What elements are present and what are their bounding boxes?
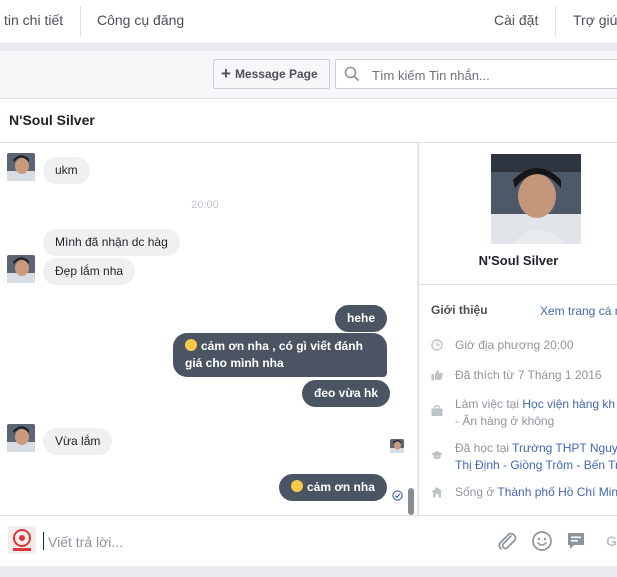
message-bubble-incoming[interactable]: Mình đã nhận dc hàg (43, 229, 180, 256)
city-link[interactable]: Thành phố Hồ Chí Min (497, 485, 617, 499)
home-icon (431, 487, 443, 498)
work-text: Làm việc tại Học viện hàng kh - Ăn hàng ở… (455, 396, 617, 430)
tab-settings[interactable]: Cài đặt (494, 12, 538, 28)
emoji-icon[interactable] (531, 530, 553, 552)
seen-avatar (390, 439, 404, 453)
message-search[interactable] (335, 59, 617, 89)
message-bubble-outgoing[interactable]: cảm ơn nha (279, 474, 387, 501)
saved-replies-icon[interactable] (565, 530, 587, 552)
graduation-cap-icon (431, 451, 443, 459)
education-prefix: Đã học tại (455, 441, 513, 455)
contact-info-panel: N'Soul Silver Giới thiệu Xem trang cá n … (418, 143, 617, 515)
local-time-text: Giờ địa phương 20:00 (455, 338, 574, 352)
reply-input[interactable] (46, 531, 450, 553)
message-timestamp: 20:00 (191, 199, 219, 211)
liked-since-text: Đã thích từ 7 Tháng 1 2016 (455, 368, 602, 382)
divider (419, 284, 617, 285)
lives-in-text: Sống ở Thành phố Hồ Chí Min (455, 484, 617, 501)
search-icon (344, 66, 360, 82)
plus-icon: + (221, 64, 231, 83)
contact-avatar[interactable] (7, 153, 35, 181)
school-link[interactable]: Trường THPT Nguy (512, 441, 617, 455)
work-prefix: Làm việc tại (455, 397, 523, 411)
tab-publishing-tools[interactable]: Công cụ đăng (97, 12, 184, 28)
work-detail: - Ăn hàng ở không (455, 414, 555, 428)
message-bubble-outgoing[interactable]: cảm ơn nha , có gì viết đánh giá cho mìn… (173, 333, 387, 377)
divider (555, 6, 556, 36)
conversation-header: N'Soul Silver (0, 99, 617, 143)
text-cursor (43, 532, 44, 550)
page-avatar (8, 526, 36, 554)
profile-name: N'Soul Silver (478, 253, 559, 268)
education-text: Đã học tại Trường THPT Nguy Thị Định - Gi… (455, 440, 617, 474)
message-bubble-incoming[interactable]: ukm (43, 157, 90, 184)
message-bubble-outgoing[interactable]: hehe (335, 305, 388, 332)
school-link-continued[interactable]: Thị Định - Giồng Trôm - Bến Tr (455, 458, 617, 472)
divider (80, 6, 81, 36)
contact-avatar[interactable] (7, 255, 35, 283)
conversation-title: N'Soul Silver (9, 112, 95, 128)
send-button[interactable]: G (606, 533, 617, 549)
like-icon (431, 369, 443, 381)
message-bubble-incoming[interactable]: Đẹp lắm nha (43, 258, 136, 285)
message-page-label: Message Page (234, 67, 318, 81)
briefcase-icon (431, 405, 443, 416)
message-text: cảm ơn nha , có gì viết đánh giá cho mìn… (185, 339, 363, 370)
inbox-toolbar: + Message Page (0, 51, 617, 99)
message-text: cảm ơn nha (307, 480, 375, 494)
message-page-button[interactable]: + Message Page (213, 59, 330, 89)
paperclip-icon[interactable] (496, 530, 518, 552)
tab-details[interactable]: tin chi tiết (4, 12, 63, 28)
view-profile-link[interactable]: Xem trang cá n (540, 304, 617, 318)
clock-icon (431, 339, 443, 351)
message-thread[interactable]: ukm 20:00 Mình đã nhận dc hàg Đẹp lắm nh… (0, 143, 417, 515)
sent-check-icon (392, 490, 403, 501)
intro-heading: Giới thiệu (431, 303, 488, 317)
tab-help[interactable]: Trợ giú (573, 12, 617, 28)
scrollbar-thumb[interactable] (408, 488, 414, 515)
search-input[interactable] (370, 65, 614, 85)
profile-photo[interactable] (491, 154, 581, 244)
contact-avatar[interactable] (7, 424, 35, 452)
message-bubble-outgoing[interactable]: đeo vừa hk (302, 380, 391, 407)
workplace-link[interactable]: Học viện hàng kh (522, 397, 615, 411)
top-navigation: tin chi tiết Công cụ đăng Cài đặt Trợ gi… (0, 0, 617, 44)
message-bubble-incoming[interactable]: Vừa lắm (43, 428, 113, 455)
smile-emoji-icon (185, 339, 197, 351)
message-composer: G (0, 515, 617, 566)
smile-emoji-icon (291, 480, 303, 492)
lives-in-prefix: Sống ở (455, 485, 498, 499)
